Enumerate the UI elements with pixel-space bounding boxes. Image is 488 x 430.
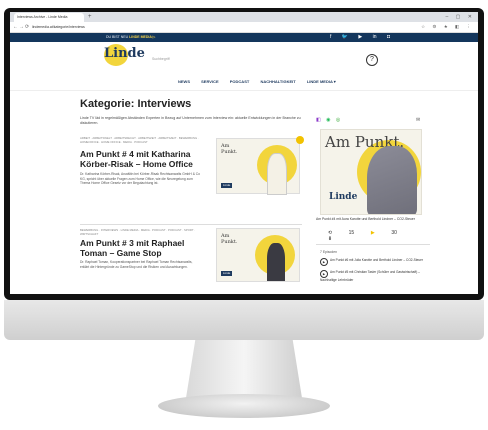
podcast-cover[interactable]: Am Punkt. Linde	[320, 129, 422, 215]
cover-logo: Linde	[329, 192, 358, 202]
instagram-icon[interactable]: ◘	[387, 34, 390, 40]
window-controls[interactable]: – ▢ ✕	[446, 13, 475, 21]
platform-icons: ◧ ◉ ◎ ✉	[316, 116, 420, 124]
nav-news[interactable]: NEWS	[178, 79, 190, 84]
monitor-chin	[4, 300, 484, 340]
google-podcasts-icon[interactable]: ◎	[336, 117, 340, 123]
monitor-base	[158, 394, 330, 418]
site-logo[interactable]: Linde	[104, 46, 145, 61]
forward-icon[interactable]: →	[19, 23, 24, 31]
divider	[80, 224, 302, 225]
guest-photo	[267, 243, 285, 281]
article-title[interactable]: Am Punkt # 3 mit Raphael Toman – Game St…	[80, 238, 210, 258]
article-excerpt: Dr. Raphael Toman, Kooperationspartner b…	[80, 260, 193, 269]
rewind-icon[interactable]: 15	[341, 230, 361, 236]
divider	[316, 244, 430, 245]
apple-podcasts-icon[interactable]: ◧	[316, 117, 321, 123]
site-topbar: DU BIST NEU LINDE MEDIA ▷ f 🐦 ▶ in ◘	[10, 33, 478, 42]
back-icon[interactable]: ←	[13, 23, 18, 31]
forward-icon[interactable]: 30	[384, 230, 404, 236]
divider	[10, 90, 478, 91]
extension-icons[interactable]: ☆ ⚙ ★ ◧ ⋮	[421, 23, 474, 31]
help-icon[interactable]: ?	[366, 54, 378, 66]
reload-icon[interactable]: ⟳	[25, 23, 29, 31]
category-intro: Linde TV läd in regelmäßigen Abständen E…	[80, 116, 301, 125]
topbar-label: DU BIST NEU	[106, 35, 129, 39]
episode-list-item[interactable]: ▶ Am Punkt #6 mit Julia Karotte und Berth…	[320, 258, 424, 266]
search-input[interactable]: Suchbegriff	[152, 56, 252, 63]
podcast-player: ◧ ◉ ◎ ✉ Am Punkt. Linde Am Punkt #4 mit …	[316, 116, 430, 282]
episode-title: Am Punkt #4 mit Aura Karotte und Berthol…	[316, 217, 415, 221]
guest-photo	[267, 153, 287, 195]
nav-service[interactable]: SERVICE	[201, 79, 219, 84]
linkedin-icon[interactable]: in	[373, 34, 377, 40]
article-tags[interactable]: BEWERBUNG · INTERVIEWS · LINDE MEDIA · M…	[80, 228, 200, 236]
monitor-stand	[186, 340, 302, 398]
twitter-icon[interactable]: 🐦	[342, 34, 348, 40]
youtube-icon[interactable]: ▶	[358, 34, 362, 40]
article-title[interactable]: Am Punkt # 4 mit Katharina Körber-Risak …	[80, 149, 210, 169]
episode-label: Am Punkt #5 mit Christian Tasler (Schüle…	[320, 270, 420, 282]
address-bar: ← → ⟳ lindemedia.at/kategorie/interviews…	[10, 22, 478, 33]
play-icon[interactable]: ▶	[320, 270, 328, 278]
imac-monitor: Interviews Archive - Linde Media + – ▢ ✕…	[0, 0, 488, 430]
play-icon[interactable]: ▶	[363, 230, 383, 236]
url-field[interactable]: lindemedia.at/kategorie/interviews	[32, 24, 85, 30]
play-icon[interactable]: ▶	[320, 258, 328, 266]
thumb-badge: Linde	[221, 271, 233, 276]
main-navigation: NEWS SERVICE PODCAST NACHHALTIGKEIT LIND…	[178, 79, 346, 85]
page-title: Kategorie: Interviews	[80, 98, 192, 110]
facebook-icon[interactable]: f	[330, 34, 331, 40]
thumb-title: Am Punkt.	[221, 233, 238, 245]
topbar-link[interactable]: LINDE MEDIA ▷	[129, 35, 155, 39]
dog-image	[367, 146, 417, 214]
article-tags[interactable]: ARBEIT · ARBEITSWELT · ARBEITSRECHT · AR…	[80, 136, 200, 144]
episode-label: Am Punkt #6 mit Julia Karotte und Bertho…	[330, 258, 424, 262]
article-excerpt: Dr. Katharina Körber-Risak, Anwältin bei…	[80, 172, 201, 186]
spotify-icon[interactable]: ◉	[326, 117, 330, 123]
episode-count: 7 Episoden	[320, 250, 337, 254]
social-links: f 🐦 ▶ in ◘	[330, 33, 399, 42]
player-controls: ⟲ 15 ▶ 30 ⬇	[320, 230, 424, 242]
thumb-badge: Linde	[221, 183, 233, 188]
new-tab-button[interactable]: +	[88, 13, 92, 21]
nav-linde-media[interactable]: LINDE MEDIA ▾	[307, 79, 336, 84]
article-thumbnail[interactable]: Am Punkt. Linde	[216, 138, 300, 195]
article-thumbnail[interactable]: Am Punkt. Linde	[216, 228, 300, 282]
episode-list-item[interactable]: ▶ Am Punkt #5 mit Christian Tasler (Schül…	[320, 270, 424, 282]
download-icon[interactable]: ⬇	[320, 236, 340, 242]
nav-podcast[interactable]: PODCAST	[230, 79, 250, 84]
screen: Interviews Archive - Linde Media + – ▢ ✕…	[10, 12, 478, 294]
nav-nachhaltigkeit[interactable]: NACHHALTIGKEIT	[260, 79, 295, 84]
podcast-sticker-icon	[296, 136, 304, 144]
browser-tabbar: Interviews Archive - Linde Media + – ▢ ✕	[10, 12, 478, 22]
topbar-text: DU BIST NEU LINDE MEDIA ▷	[106, 33, 155, 42]
browser-tab[interactable]: Interviews Archive - Linde Media	[14, 13, 84, 22]
thumb-title: Am Punkt.	[221, 143, 238, 155]
share-icon[interactable]: ✉	[416, 116, 420, 124]
